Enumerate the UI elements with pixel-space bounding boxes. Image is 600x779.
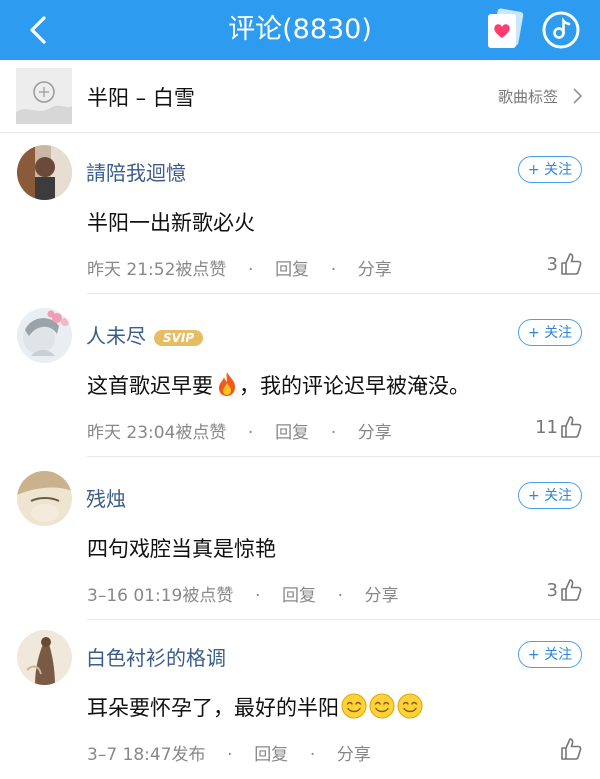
comment-status: 被点赞: [175, 260, 227, 280]
separator-dot: ·: [330, 423, 337, 443]
like-count: 3: [546, 253, 558, 275]
follow-button[interactable]: + 关注: [518, 641, 582, 668]
comment-date: 3–7 18:47: [87, 745, 172, 765]
comment-item: 請陪我迴憶 + 关注 半阳一出新歌必火 昨天 21:52被点赞 · 回复 · 分…: [0, 145, 600, 293]
song-cover-image: [16, 68, 72, 124]
username[interactable]: 人未尽: [86, 324, 146, 348]
reply-link[interactable]: 回复: [275, 423, 309, 443]
smile-emoji: [341, 693, 367, 719]
like-control[interactable]: [558, 734, 582, 764]
comment-text: 半阳一出新歌必火: [87, 211, 255, 235]
divider: [87, 456, 600, 457]
music-disc-icon[interactable]: [541, 10, 581, 50]
follow-button[interactable]: + 关注: [518, 156, 582, 183]
divider: [87, 619, 600, 620]
like-control[interactable]: 11: [535, 412, 582, 442]
heart-card-icon[interactable]: [485, 8, 525, 52]
reply-link[interactable]: 回复: [275, 260, 309, 280]
smile-emoji: [369, 693, 395, 719]
username[interactable]: 白色衬衫的格调: [86, 642, 226, 671]
chevron-right-icon[interactable]: [572, 86, 584, 106]
like-control[interactable]: 3: [547, 249, 582, 279]
comment-text-part: 耳朵要怀孕了，最好的半阳: [87, 696, 339, 720]
follow-button[interactable]: + 关注: [518, 319, 582, 346]
like-control[interactable]: 3: [547, 575, 582, 605]
reply-link[interactable]: 回复: [282, 586, 316, 606]
like-count: 3: [546, 579, 558, 601]
comment-text-part: 这首歌迟早要: [87, 374, 213, 398]
comment-meta: 3–16 01:19被点赞 · 回复 · 分享: [87, 581, 399, 606]
comment-meta: 昨天 21:52被点赞 · 回复 · 分享: [87, 255, 392, 280]
share-link[interactable]: 分享: [365, 586, 399, 606]
comment-date: 昨天 21:52: [87, 260, 176, 280]
separator-dot: ·: [337, 586, 344, 606]
comment-status: 被点赞: [175, 423, 227, 443]
separator-dot: ·: [309, 745, 316, 765]
comment-date: 3–16 01:19: [87, 586, 183, 606]
comment-text: 这首歌迟早要 ，我的评论迟早被淹没。: [87, 370, 470, 400]
thumbs-up-icon[interactable]: [560, 252, 582, 276]
thumbs-up-icon[interactable]: [560, 415, 582, 439]
avatar[interactable]: [17, 471, 72, 526]
song-title: 半阳 – 白雪: [87, 86, 195, 110]
separator-dot: ·: [254, 586, 261, 606]
comment-date: 昨天 23:04: [87, 423, 176, 443]
avatar[interactable]: [17, 145, 72, 200]
comment-status: 发布: [171, 745, 206, 765]
username[interactable]: 請陪我迴憶: [86, 157, 186, 186]
separator-dot: ·: [227, 745, 233, 765]
username-row: 人未尽 SVIP: [86, 320, 204, 349]
comment-status: 被点赞: [182, 586, 234, 606]
separator-dot: ·: [330, 260, 337, 280]
comment-text: 耳朵要怀孕了，最好的半阳: [87, 692, 423, 722]
song-tag-link[interactable]: 歌曲标签: [498, 86, 558, 107]
comment-item: 残烛 + 关注 四句戏腔当真是惊艳 3–16 01:19被点赞 · 回复 · 分…: [0, 471, 600, 619]
separator-dot: ·: [248, 260, 254, 280]
top-bar: 评论(8830): [0, 0, 600, 60]
follow-button[interactable]: + 关注: [518, 482, 582, 509]
thumbs-up-icon[interactable]: [560, 578, 582, 602]
fire-emoji: [219, 372, 235, 396]
avatar[interactable]: [17, 308, 72, 363]
svip-badge: SVIP: [154, 329, 204, 346]
share-link[interactable]: 分享: [337, 745, 371, 765]
comment-item: 人未尽 SVIP + 关注 这首歌迟早要 ，我的评论迟早被淹没。 昨天 23:04被…: [0, 308, 600, 456]
thumbs-up-icon[interactable]: [560, 737, 582, 761]
comment-text: 四句戏腔当真是惊艳: [87, 537, 276, 561]
reply-link[interactable]: 回复: [254, 745, 288, 765]
comment-item: 白色衬衫的格调 + 关注 耳朵要怀孕了，最好的半阳 3–7 18:47发布 · …: [0, 630, 600, 779]
comment-meta: 昨天 23:04被点赞 · 回复 · 分享: [87, 418, 392, 443]
comment-meta: 3–7 18:47发布 · 回复 · 分享: [87, 740, 371, 765]
like-count: 11: [535, 416, 558, 438]
share-link[interactable]: 分享: [358, 260, 392, 280]
separator-dot: ·: [248, 423, 254, 443]
avatar[interactable]: [17, 630, 72, 685]
divider: [87, 293, 600, 294]
comment-text-part: ，我的评论迟早被淹没。: [239, 374, 470, 398]
share-link[interactable]: 分享: [358, 423, 392, 443]
smile-emoji: [397, 693, 423, 719]
username[interactable]: 残烛: [86, 483, 126, 512]
song-row[interactable]: 半阳 – 白雪 歌曲标签: [0, 60, 600, 133]
